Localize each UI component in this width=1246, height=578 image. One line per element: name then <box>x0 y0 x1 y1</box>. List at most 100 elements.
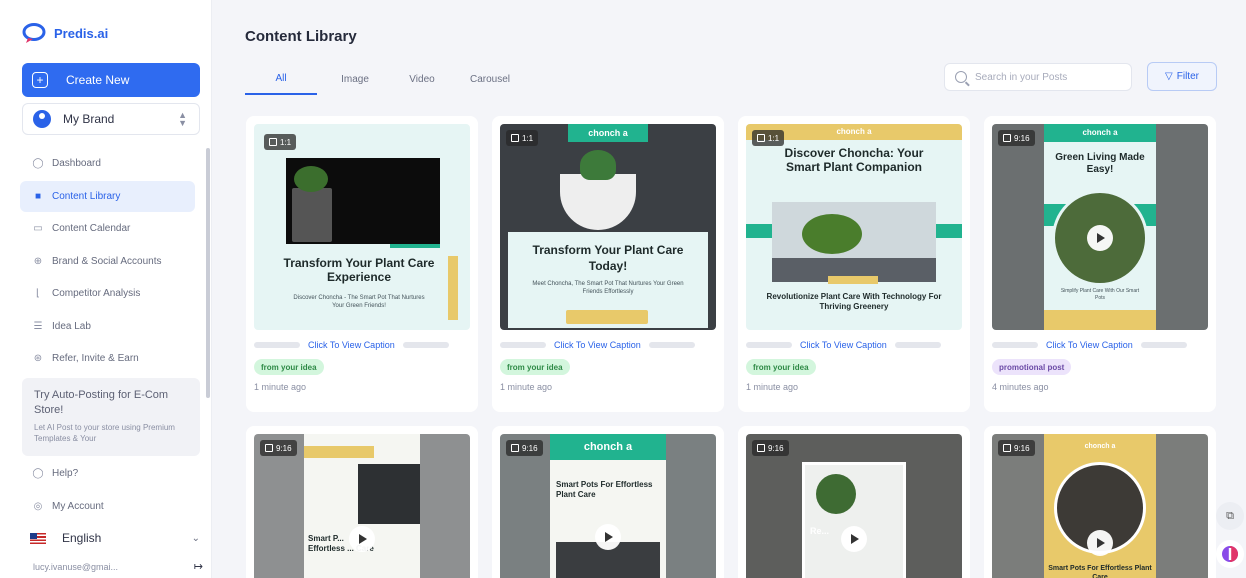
search-box[interactable] <box>944 63 1132 91</box>
ratio-icon <box>511 444 519 452</box>
post-headline: Smart Pots For Effortless Plant Care <box>1048 565 1152 578</box>
sidebar-scrollbar[interactable] <box>206 148 210 398</box>
play-icon[interactable] <box>595 524 621 550</box>
post-subtext: Simplify Plant Care With Our Smart Pots <box>1060 288 1140 301</box>
post-time: 1 minute ago <box>746 382 799 392</box>
sidebar-nav: ◯ Dashboard ■ Content Library ▭ Content … <box>20 148 195 376</box>
create-new-label: Create New <box>66 73 130 87</box>
ratio-icon <box>757 444 765 452</box>
sidebar-item-refer[interactable]: ⊛ Refer, Invite & Earn <box>20 343 195 374</box>
sidebar-item-content-calendar[interactable]: ▭ Content Calendar <box>20 213 195 244</box>
logo[interactable]: Predis.ai <box>22 22 108 44</box>
play-icon[interactable] <box>1087 225 1113 251</box>
content-tabs: All Image Video Carousel <box>245 63 529 95</box>
post-tag: from your idea <box>254 359 324 375</box>
post-thumbnail[interactable]: 1:1 chonch a Transform Your Plant Care T… <box>500 124 716 330</box>
ratio-label: 9:16 <box>276 443 292 453</box>
sidebar-item-competitor-analysis[interactable]: ⌊ Competitor Analysis <box>20 278 195 309</box>
sidebar: Predis.ai + Create New My Brand ▲ ▼ ◯ Das… <box>0 0 212 578</box>
view-caption-link[interactable]: Click To View Caption <box>308 340 395 350</box>
post-card[interactable]: 9:16 chonch a Green Living Made Easy! Si… <box>984 116 1216 412</box>
leaves-shape <box>802 214 862 254</box>
post-thumbnail[interactable]: 9:16 chonch a Smart Pots For Effortless … <box>992 434 1208 578</box>
tab-video[interactable]: Video <box>393 63 451 95</box>
sidebar-item-label: Help? <box>52 468 79 479</box>
sidebar-item-label: Idea Lab <box>52 320 91 332</box>
post-card[interactable]: 1:1 chonch a Transform Your Plant Care T… <box>492 116 724 412</box>
post-card[interactable]: 9:16 chonch a Smart Pots For Effortless … <box>984 426 1216 578</box>
promo-card[interactable]: Try Auto-Posting for E-Com Store! Let AI… <box>22 378 200 456</box>
label-bar <box>304 446 374 458</box>
create-new-button[interactable]: + Create New <box>22 63 200 97</box>
us-flag-icon <box>30 532 46 544</box>
sidebar-item-label: Content Library <box>52 190 121 202</box>
tab-image[interactable]: Image <box>317 63 393 95</box>
filter-label: Filter <box>1176 71 1199 82</box>
sidebar-item-content-library[interactable]: ■ Content Library <box>20 180 195 212</box>
post-time: 1 minute ago <box>500 382 553 392</box>
post-tag: promotional post <box>992 359 1072 375</box>
post-card[interactable]: 9:16 Smart P... Effortless ... Care <box>246 426 478 578</box>
ratio-label: 1:1 <box>280 137 292 147</box>
view-caption-link[interactable]: Click To View Caption <box>800 340 887 350</box>
post-headline: Transform Your Plant Care Experience <box>283 256 435 284</box>
calendar-icon: ▭ <box>33 223 43 234</box>
post-thumbnail[interactable]: 9:16 Smart P... Effortless ... Care <box>254 434 470 578</box>
post-tag: from your idea <box>500 359 570 375</box>
tab-carousel[interactable]: Carousel <box>451 63 529 95</box>
sidebar-item-help[interactable]: ◯ Help? <box>20 458 195 489</box>
post-thumbnail[interactable]: 9:16 chonch a Smart Pots For Effortless … <box>500 434 716 578</box>
logout-icon[interactable]: ↦ <box>194 560 203 573</box>
sidebar-item-label: Refer, Invite & Earn <box>52 353 139 364</box>
dashboard-icon: ◯ <box>32 158 44 169</box>
sidebar-item-dashboard[interactable]: ◯ Dashboard <box>20 148 195 179</box>
language-selector[interactable]: English ⌄ <box>30 528 200 548</box>
logo-icon <box>22 23 46 43</box>
filter-button[interactable]: ▽ Filter <box>1147 62 1217 91</box>
post-time: 1 minute ago <box>254 382 307 392</box>
filter-icon: ▽ <box>1165 71 1173 82</box>
sidebar-item-idea-lab[interactable]: ☰ Idea Lab <box>20 311 195 342</box>
brand-banner: chonch a <box>1044 124 1156 142</box>
post-card[interactable]: 9:16 Re... <box>738 426 970 578</box>
view-caption-link[interactable]: Click To View Caption <box>554 340 641 350</box>
ratio-icon <box>757 134 765 142</box>
view-caption-link[interactable]: Click To View Caption <box>1046 340 1133 350</box>
aspect-ratio-badge: 9:16 <box>752 440 789 456</box>
post-card[interactable]: 9:16 chonch a Smart Pots For Effortless … <box>492 426 724 578</box>
sidebar-item-label: Brand & Social Accounts <box>52 255 162 267</box>
brand-selector[interactable]: My Brand ▲ ▼ <box>22 103 200 135</box>
play-icon[interactable] <box>1087 530 1113 556</box>
ratio-label: 9:16 <box>768 443 784 453</box>
post-headline: Transform Your Plant Care Today! <box>532 243 684 273</box>
succulent-shape <box>580 150 616 180</box>
play-icon[interactable] <box>349 526 375 552</box>
sidebar-item-brand-social[interactable]: ⊕ Brand & Social Accounts <box>20 246 195 277</box>
post-subtext: Discover Choncha - The Smart Pot That Nu… <box>293 295 425 309</box>
footer-bar <box>1044 310 1156 330</box>
help-icon: ◯ <box>32 468 44 479</box>
post-headline: Discover Choncha: Your Smart Plant Compa… <box>784 146 924 174</box>
search-input[interactable] <box>975 71 1115 83</box>
post-card[interactable]: 1:1 chonch a Discover Choncha: Your Smar… <box>738 116 970 412</box>
post-thumbnail[interactable]: 1:1 chonch a Discover Choncha: Your Smar… <box>746 124 962 330</box>
blurred-text <box>254 342 300 348</box>
post-thumbnail[interactable]: 1:1 Transform Your Plant Care Experience… <box>254 124 470 330</box>
sidebar-item-my-account[interactable]: ◎ My Account <box>20 491 195 522</box>
tab-all[interactable]: All <box>245 63 317 95</box>
brand-label: My Brand <box>63 112 115 126</box>
ratio-label: 9:16 <box>522 443 538 453</box>
translate-float-button[interactable]: ⧉ <box>1216 502 1244 530</box>
globe-icon: ⊕ <box>33 255 43 267</box>
logo-text: Predis.ai <box>54 25 109 41</box>
post-thumbnail[interactable]: 9:16 Re... <box>746 434 962 578</box>
chat-float-button[interactable] <box>1216 540 1244 568</box>
post-card[interactable]: 1:1 Transform Your Plant Care Experience… <box>246 116 478 412</box>
ratio-icon <box>511 134 519 142</box>
ratio-label: 1:1 <box>768 133 780 143</box>
user-email: lucy.ivanuse@gmai... <box>33 561 119 572</box>
post-thumbnail[interactable]: 9:16 chonch a Green Living Made Easy! Si… <box>992 124 1208 330</box>
play-icon[interactable] <box>841 526 867 552</box>
sidebar-item-label: Dashboard <box>52 158 101 169</box>
blurred-text <box>402 342 449 348</box>
